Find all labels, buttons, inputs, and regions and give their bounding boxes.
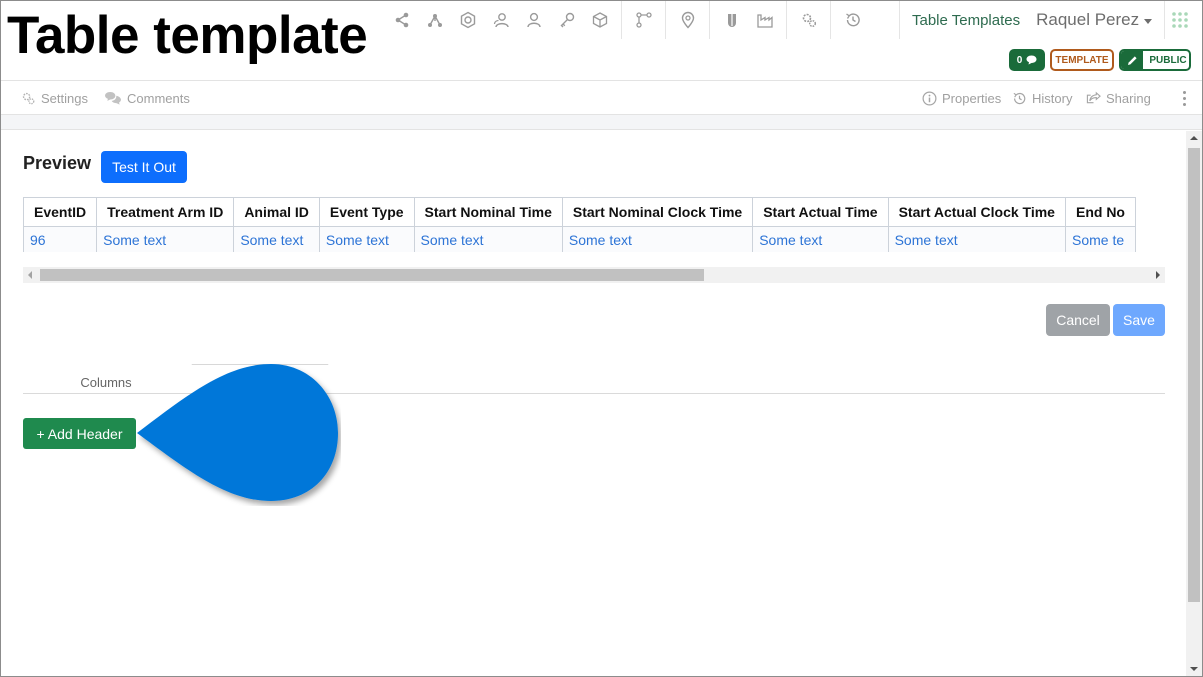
toolbar-divider: [621, 1, 622, 39]
toolbar-divider: [786, 1, 787, 39]
cancel-button[interactable]: Cancel: [1046, 304, 1110, 336]
column-header: Start Nominal Clock Time: [562, 197, 754, 227]
column-header: End No: [1065, 197, 1136, 227]
column-header: Start Actual Clock Time: [888, 197, 1066, 227]
status-badges: 0 TEMPLATE PUBLIC: [1009, 49, 1191, 71]
comment-icon: [1026, 55, 1037, 65]
share-icon[interactable]: [385, 1, 418, 39]
scroll-right-icon[interactable]: [1156, 271, 1160, 279]
user-nav: Table Templates Raquel Perez: [899, 1, 1195, 39]
secondary-toolbar: Settings Comments Properties History Sha…: [1, 82, 1202, 115]
table-body: 96 Some text Some text Some text Some text So…: [24, 226, 1136, 252]
user-menu[interactable]: Raquel Perez: [1032, 10, 1164, 30]
add-header-button[interactable]: + Add Header: [23, 418, 136, 449]
key-icon[interactable]: [550, 1, 583, 39]
flask-icon[interactable]: [715, 1, 748, 39]
history-tab[interactable]: History: [1012, 82, 1072, 114]
comments-icon: [105, 91, 121, 105]
toolbar-divider: [830, 1, 831, 39]
gears-icon: [22, 92, 35, 104]
gears-icon[interactable]: [792, 1, 825, 39]
template-badge: TEMPLATE: [1050, 49, 1114, 71]
horizontal-scrollbar[interactable]: [23, 267, 1165, 283]
toolbar-divider: [709, 1, 710, 39]
history-icon[interactable]: [836, 1, 869, 39]
public-badge[interactable]: PUBLIC: [1119, 49, 1191, 71]
table-cell[interactable]: Some text: [414, 226, 563, 252]
comments-tab[interactable]: Comments: [104, 82, 190, 114]
info-icon: [922, 91, 937, 105]
callout-pointer-icon: [137, 364, 338, 501]
column-header: Event Type: [319, 197, 415, 227]
apps-grid-icon[interactable]: [1165, 1, 1195, 39]
vertical-scrollbar[interactable]: [1186, 131, 1202, 676]
tab-columns-label: Columns: [80, 374, 132, 390]
top-header: Table template Table Templates Raquel Pe…: [1, 1, 1202, 81]
scroll-up-icon[interactable]: [1190, 136, 1198, 140]
history-icon: [1013, 92, 1026, 104]
table-cell[interactable]: Some text: [562, 226, 754, 252]
app-window: Table template Table Templates Raquel Pe…: [0, 0, 1203, 677]
preview-table-container: EventID Treatment Arm ID Animal ID Event Ty…: [23, 197, 1165, 252]
settings-label: Settings: [41, 90, 88, 106]
chevron-down-icon: [1144, 19, 1153, 24]
settings-tab[interactable]: Settings: [21, 82, 88, 114]
comment-count-badge[interactable]: 0: [1009, 49, 1045, 71]
scroll-left-icon[interactable]: [28, 271, 32, 279]
header-spacer: [1, 115, 1202, 130]
properties-tab[interactable]: Properties: [922, 82, 1001, 114]
column-header: Start Nominal Time: [414, 197, 563, 227]
table-templates-link[interactable]: Table Templates: [900, 12, 1032, 29]
user-icon[interactable]: [517, 1, 550, 39]
comment-count: 0: [1016, 54, 1023, 66]
table-cell[interactable]: Some text: [96, 226, 235, 252]
table-cell[interactable]: Some text: [888, 226, 1066, 252]
cube-icon[interactable]: [583, 1, 616, 39]
preview-heading: Preview: [23, 153, 92, 173]
table-header-row: EventID Treatment Arm ID Animal ID Event Ty…: [24, 197, 1136, 227]
share-icon: [1086, 91, 1101, 103]
sharing-tab[interactable]: Sharing: [1086, 82, 1151, 114]
factory-icon[interactable]: [748, 1, 781, 39]
preview-table: EventID Treatment Arm ID Animal ID Event Ty…: [24, 197, 1136, 252]
history-label: History: [1032, 90, 1073, 106]
network-icon[interactable]: [418, 1, 451, 39]
table-cell[interactable]: Some text: [752, 226, 889, 252]
table-row: 96 Some text Some text Some text Some text So…: [24, 226, 1136, 252]
sharing-label: Sharing: [1106, 90, 1151, 106]
table-cell[interactable]: 96: [24, 226, 98, 252]
user-name: Raquel Perez: [1036, 10, 1140, 29]
table-cell[interactable]: Some text: [233, 226, 320, 252]
branch-icon[interactable]: [627, 1, 660, 39]
main-content: Preview Test It Out EventID Treatment Arm…: [1, 131, 1186, 676]
pencil-icon: [1121, 51, 1143, 69]
column-header: EventID: [24, 197, 98, 227]
column-header: Start Actual Time: [752, 197, 889, 227]
properties-label: Properties: [942, 90, 1002, 106]
users-icon[interactable]: [484, 1, 517, 39]
toolbar-divider: [665, 1, 666, 39]
public-label: PUBLIC: [1149, 54, 1187, 66]
table-cell[interactable]: Some te: [1065, 226, 1136, 252]
column-header: Animal ID: [233, 197, 320, 227]
map-pin-icon[interactable]: [671, 1, 704, 39]
scrollbar-thumb[interactable]: [40, 269, 704, 281]
comments-label: Comments: [127, 90, 190, 106]
table-cell[interactable]: Some text: [319, 226, 415, 252]
page-title: Table template: [7, 5, 376, 67]
column-header: Treatment Arm ID: [96, 197, 235, 227]
more-options-icon[interactable]: [1176, 88, 1192, 108]
hexagon-icon[interactable]: [451, 1, 484, 39]
module-toolbar: [385, 1, 869, 39]
save-button[interactable]: Save: [1113, 304, 1165, 336]
test-it-out-button[interactable]: Test It Out: [101, 151, 187, 183]
scroll-down-icon[interactable]: [1190, 667, 1198, 671]
scrollbar-thumb[interactable]: [1188, 148, 1200, 602]
